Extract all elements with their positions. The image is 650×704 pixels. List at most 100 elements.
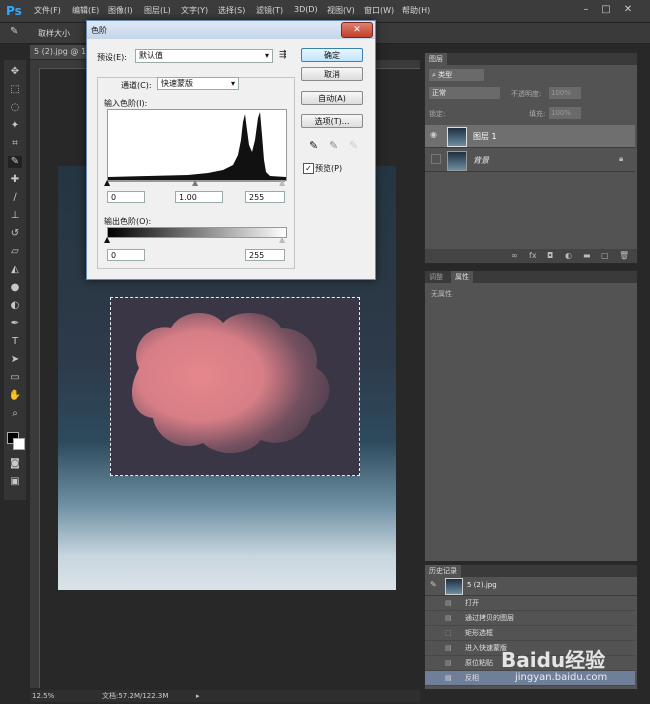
maximize-button[interactable]: □ (598, 3, 614, 17)
output-white-slider[interactable]: ▲ (279, 235, 285, 244)
brush-tool-icon[interactable]: ∕ (8, 192, 22, 204)
preset-options-icon[interactable]: ⇶ (279, 50, 287, 60)
gray-eyedropper-icon[interactable]: ✎ (329, 139, 338, 152)
input-black-slider[interactable]: ▲ (104, 178, 110, 187)
history-step-icon: ▤ (445, 599, 452, 607)
tab-layers[interactable]: 图层 (425, 53, 447, 65)
menu-help[interactable]: 帮助(H) (402, 5, 430, 16)
status-menu-arrow-icon[interactable]: ▸ (196, 690, 200, 702)
delete-layer-icon[interactable]: 🗑︎ (619, 251, 629, 260)
menu-window[interactable]: 窗口(W) (364, 5, 394, 16)
dialog-close-button[interactable]: ✕ (341, 22, 373, 38)
white-eyedropper-icon[interactable]: ✎ (349, 139, 358, 152)
zoom-level[interactable]: 12.5% (32, 690, 54, 702)
clone-stamp-tool-icon[interactable]: ⊥ (8, 210, 22, 222)
history-item[interactable]: ▤ 打开 (425, 596, 635, 611)
dialog-titlebar[interactable]: 色阶 ✕ (87, 21, 375, 39)
tab-properties[interactable]: 属性 (451, 271, 473, 283)
lock-icon: 🔒︎ (619, 154, 624, 163)
channel-select[interactable]: 快速蒙版 ▾ (157, 77, 239, 90)
output-levels-label: 输出色阶(O): (104, 217, 152, 226)
menu-file[interactable]: 文件(F) (34, 5, 61, 16)
visibility-eye-icon[interactable]: ◉ (430, 130, 437, 139)
type-tool-icon[interactable]: T (8, 336, 22, 348)
ok-button[interactable]: 确定 (301, 48, 363, 62)
new-layer-icon[interactable]: ▢ (601, 251, 609, 260)
menu-view[interactable]: 视图(V) (327, 5, 355, 16)
menu-select[interactable]: 选择(S) (218, 5, 245, 16)
cloud-image (131, 312, 330, 454)
dodge-tool-icon[interactable]: ◐ (8, 300, 22, 312)
layer-row[interactable]: ◉ 图层 1 (425, 125, 635, 148)
output-black-field[interactable]: 0 (107, 249, 145, 261)
output-white-field[interactable]: 255 (245, 249, 285, 261)
input-white-field[interactable]: 255 (245, 191, 285, 203)
pen-tool-icon[interactable]: ✒ (8, 318, 22, 330)
history-brush-tool-icon[interactable]: ↺ (8, 228, 22, 240)
layer-name[interactable]: 图层 1 (473, 131, 497, 142)
layer-row[interactable]: 背景 🔒︎ (425, 149, 635, 172)
visibility-toggle[interactable] (431, 154, 441, 164)
history-snapshot[interactable]: ✎ 5 (2).jpg (425, 577, 637, 596)
rectangle-tool-icon[interactable]: ▭ (8, 372, 22, 384)
dialog-title: 色阶 (91, 26, 107, 35)
layer-filter-select[interactable]: ⌕ 类型 (429, 69, 484, 81)
output-black-slider[interactable]: ▲ (104, 235, 110, 244)
input-white-slider[interactable]: ▲ (279, 178, 285, 187)
fill-field[interactable]: 100% (549, 107, 581, 119)
options-button[interactable]: 选项(T)... (301, 114, 363, 128)
menu-type[interactable]: 文字(Y) (181, 5, 208, 16)
group-folder-icon[interactable]: ▬ (583, 251, 591, 260)
menu-layer[interactable]: 图层(L) (144, 5, 171, 16)
preview-checkbox[interactable]: ✓ (303, 163, 314, 174)
eyedropper-icon[interactable]: ✎ (10, 26, 18, 37)
menu-3d[interactable]: 3D(D) (294, 5, 318, 14)
input-gamma-slider[interactable]: ▲ (192, 178, 198, 187)
tab-history[interactable]: 历史记录 (425, 565, 461, 577)
layer-thumbnail (447, 127, 467, 147)
blur-tool-icon[interactable]: ● (8, 282, 22, 294)
hand-tool-icon[interactable]: ✋ (8, 390, 22, 402)
move-tool-icon[interactable]: ✥ (8, 66, 22, 78)
blend-mode-select[interactable]: 正常 (429, 87, 500, 99)
crop-tool-icon[interactable]: ⌗ (8, 138, 22, 150)
history-step-icon: ▤ (445, 614, 452, 622)
input-gamma-field[interactable]: 1.00 (175, 191, 223, 203)
input-levels-label: 输入色阶(I): (104, 99, 148, 108)
link-layers-icon[interactable]: ∞ (511, 251, 518, 260)
history-item[interactable]: ▤ 通过拷贝的图层 (425, 611, 635, 626)
layer-name[interactable]: 背景 (473, 155, 489, 166)
eyedropper-tool-icon[interactable]: ✎ (8, 156, 22, 168)
tab-adjustments[interactable]: 调整 (425, 271, 447, 283)
properties-panel-header: 调整 属性 (425, 271, 637, 283)
menu-image[interactable]: 图像(I) (108, 5, 133, 16)
preset-select[interactable]: 默认值 ▾ (135, 49, 273, 63)
layer-mask-icon[interactable]: ◘ (547, 251, 553, 260)
lasso-tool-icon[interactable]: ◌ (8, 102, 22, 114)
marquee-tool-icon[interactable]: ⬚ (8, 84, 22, 96)
close-button[interactable]: ✕ (620, 3, 636, 17)
cancel-button[interactable]: 取消 (301, 67, 363, 81)
paint-bucket-tool-icon[interactable]: ◭ (8, 264, 22, 276)
adjustment-layer-icon[interactable]: ◐ (565, 251, 572, 260)
status-bar: 12.5% 文档:57.2M/122.3M ▸ (30, 690, 420, 702)
screen-mode-icon[interactable]: ▣ (8, 476, 22, 488)
layer-style-icon[interactable]: fx (529, 251, 537, 260)
eraser-tool-icon[interactable]: ▱ (8, 246, 22, 258)
menu-filter[interactable]: 滤镜(T) (256, 5, 283, 16)
background-color-swatch[interactable] (13, 438, 25, 450)
input-black-field[interactable]: 0 (107, 191, 145, 203)
path-selection-tool-icon[interactable]: ➤ (8, 354, 22, 366)
healing-brush-tool-icon[interactable]: ✚ (8, 174, 22, 186)
menu-edit[interactable]: 编辑(E) (72, 5, 99, 16)
auto-button[interactable]: 自动(A) (301, 91, 363, 105)
history-step-icon: ▤ (445, 674, 452, 682)
watermark-logo-text: Baidu经验 (501, 648, 606, 672)
minimize-button[interactable]: – (578, 3, 594, 17)
magic-wand-tool-icon[interactable]: ✦ (8, 120, 22, 132)
opacity-field[interactable]: 100% (549, 87, 581, 99)
quick-mask-icon[interactable]: ◙ (8, 458, 22, 470)
black-eyedropper-icon[interactable]: ✎ (309, 139, 318, 152)
history-item[interactable]: ⬚ 矩形选框 (425, 626, 635, 641)
zoom-tool-icon[interactable]: ⌕ (8, 408, 22, 420)
